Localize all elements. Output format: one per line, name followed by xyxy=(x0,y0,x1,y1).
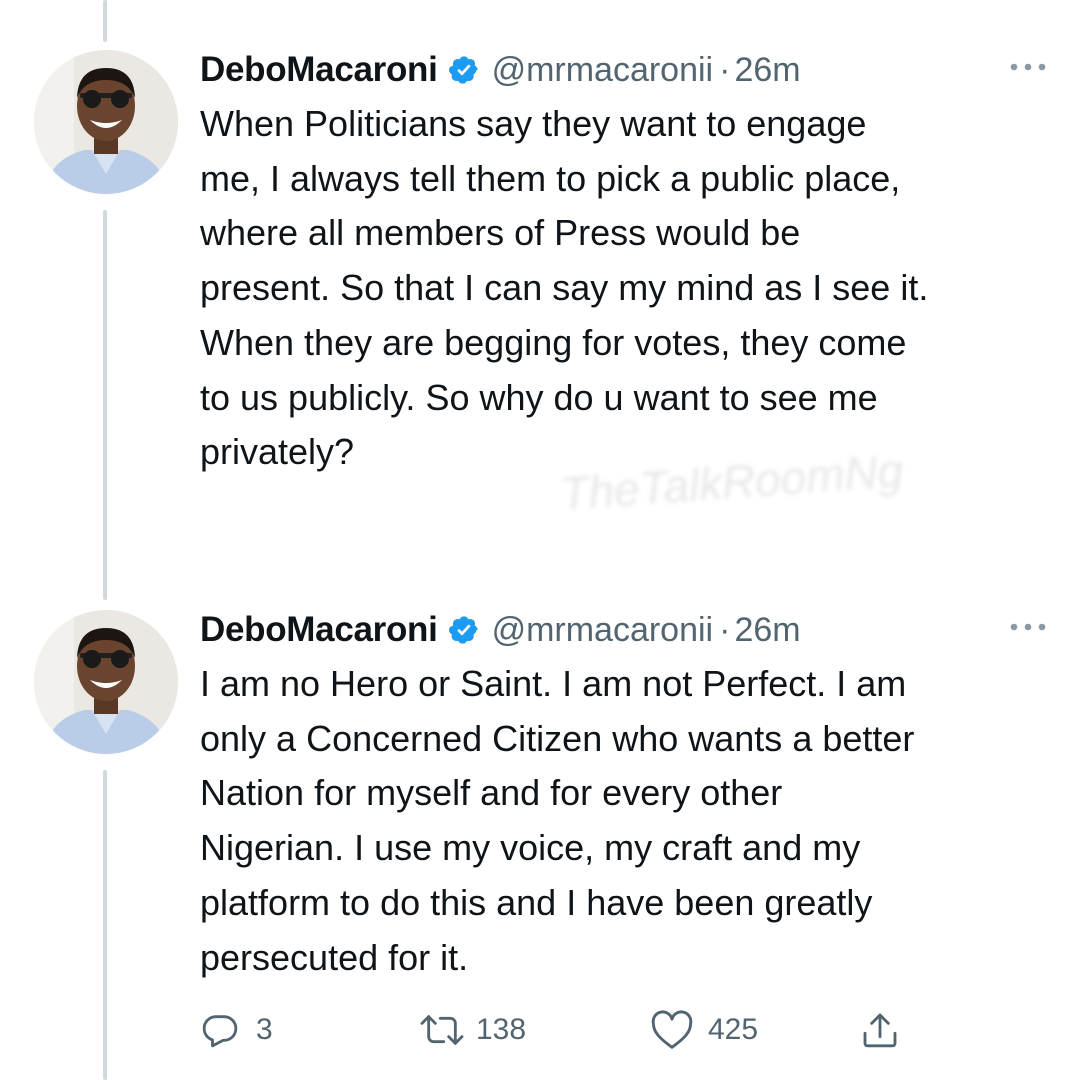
tweet-text-line: When they are begging for votes, they co… xyxy=(200,321,907,363)
tweet-text: When Politicians say they want to engage… xyxy=(200,97,1060,480)
verified-badge-icon xyxy=(448,616,478,644)
verified-badge-icon xyxy=(448,56,478,84)
more-icon[interactable] xyxy=(1006,612,1050,642)
reply-icon xyxy=(202,1015,238,1048)
retweet-icon xyxy=(420,1015,464,1045)
tweet-text-line: privately? xyxy=(200,431,355,473)
more-icon[interactable] xyxy=(1006,52,1050,82)
timestamp[interactable]: 26m xyxy=(734,611,800,650)
tweet-text-line: where all members of Press would be xyxy=(200,212,801,254)
avatar[interactable] xyxy=(34,610,178,754)
separator: · xyxy=(719,50,731,89)
retweet-button[interactable]: 138 xyxy=(418,1010,650,1050)
handle[interactable]: @mrmacaronii xyxy=(492,611,714,650)
tweet-header: DeboMacaroni @mrmacaronii · 26m xyxy=(200,40,1060,100)
tweet-text-line: Nation for myself and for every other xyxy=(200,772,783,814)
share-button[interactable] xyxy=(860,1010,900,1050)
timestamp[interactable]: 26m xyxy=(734,51,800,90)
tweet-text: I am no Hero or Saint. I am not Perfect.… xyxy=(200,657,1060,985)
tweet-text-line: to us publicly. So why do u want to see … xyxy=(200,376,878,418)
like-count: 425 xyxy=(708,1013,759,1046)
display-name[interactable]: DeboMacaroni xyxy=(200,50,438,90)
handle[interactable]: @mrmacaronii xyxy=(492,51,714,90)
tweet-text-line: persecuted for it. xyxy=(200,936,469,978)
action-bar: 3 138 425 xyxy=(200,1000,900,1060)
tweet[interactable]: DeboMacaroni @mrmacaronii · 26m When Pol… xyxy=(200,40,1060,480)
separator: · xyxy=(719,610,731,649)
thread-line-middle xyxy=(103,210,107,600)
thread-line-top xyxy=(103,0,107,42)
display-name[interactable]: DeboMacaroni xyxy=(200,610,438,650)
retweet-count: 138 xyxy=(476,1013,527,1046)
share-icon xyxy=(863,1013,897,1048)
like-button[interactable]: 425 xyxy=(650,1010,860,1050)
tweet-header: DeboMacaroni @mrmacaronii · 26m xyxy=(200,600,1060,660)
tweet-text-line: I am no Hero or Saint. I am not Perfect.… xyxy=(200,663,907,704)
tweet-text-line: only a Concerned Citizen who wants a bet… xyxy=(200,717,915,759)
tweet[interactable]: DeboMacaroni @mrmacaronii · 26m I am no … xyxy=(200,600,1060,985)
tweet-text-line: me, I always tell them to pick a public … xyxy=(200,157,901,199)
tweet-text-line: present. So that I can say my mind as I … xyxy=(200,267,929,309)
avatar[interactable] xyxy=(34,50,178,194)
like-icon xyxy=(651,1010,693,1049)
tweet-text-line: When Politicians say they want to engage xyxy=(200,103,867,144)
thread-line-bottom xyxy=(103,770,107,1080)
reply-button[interactable]: 3 xyxy=(200,1010,418,1050)
tweet-text-line: Nigerian. I use my voice, my craft and m… xyxy=(200,827,861,869)
tweet-text-line: platform to do this and I have been grea… xyxy=(200,881,873,923)
reply-count: 3 xyxy=(256,1013,273,1046)
